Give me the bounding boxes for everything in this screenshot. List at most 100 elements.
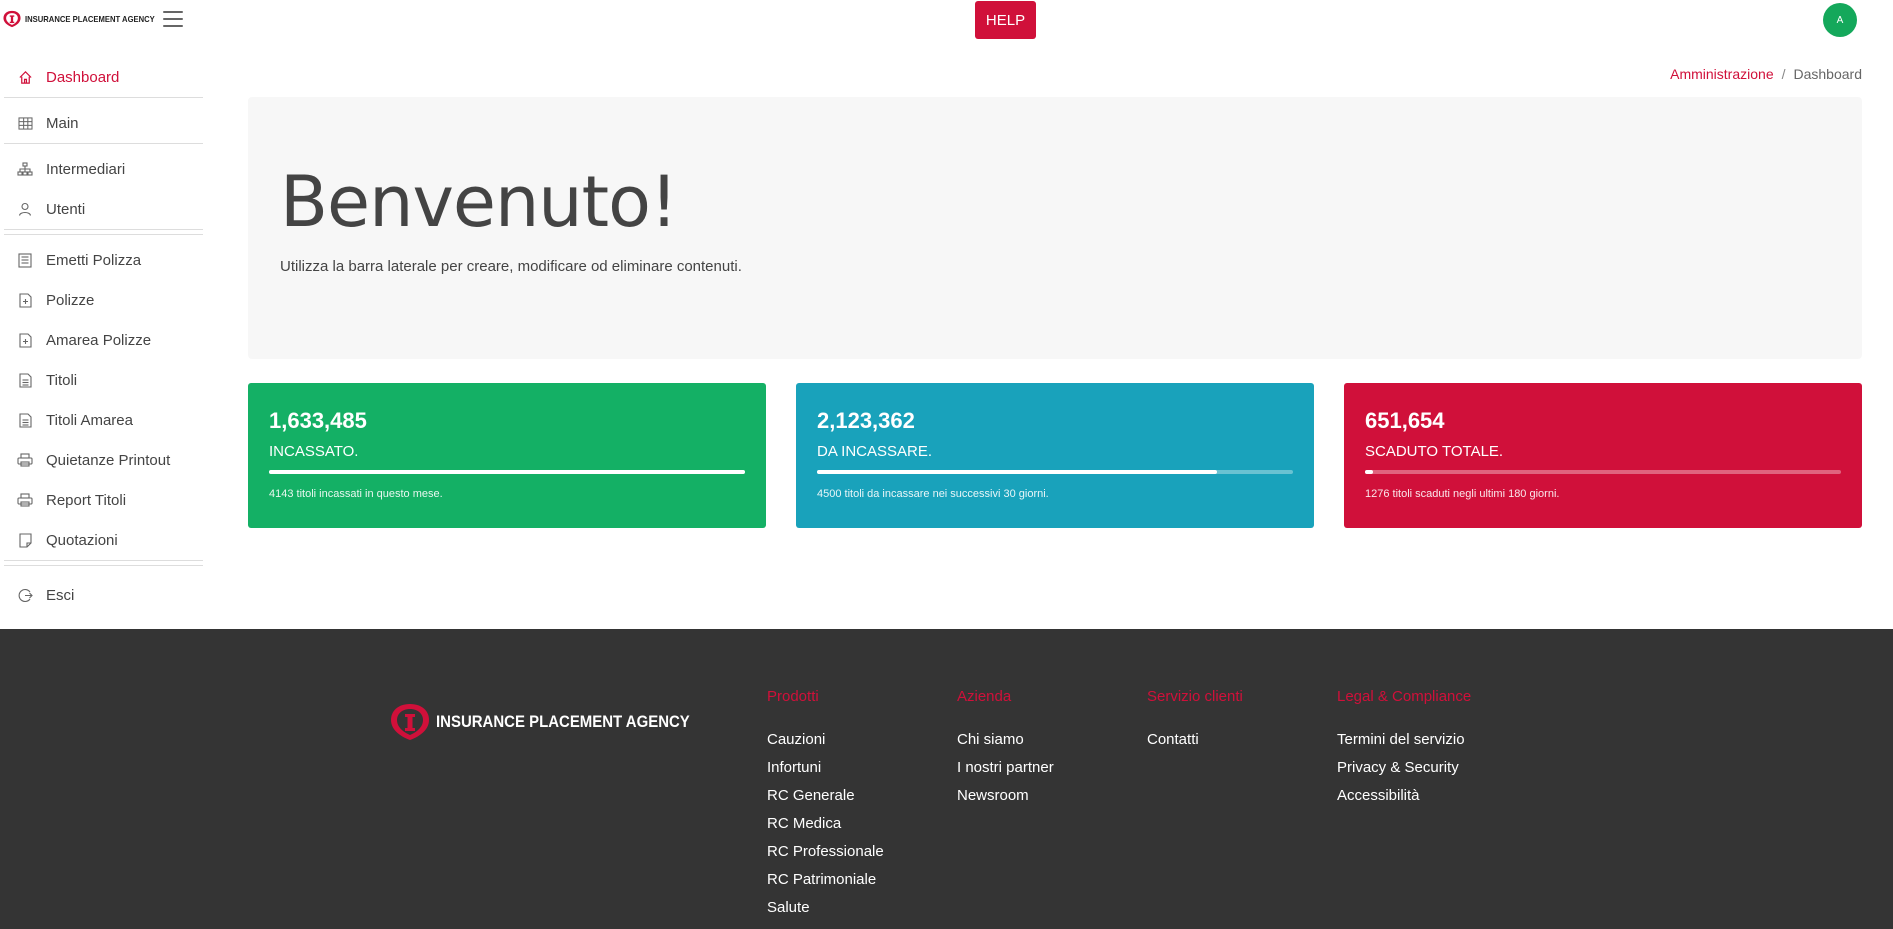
footer-link[interactable]: Accessibilità — [1337, 787, 1471, 815]
breadcrumb-separator: / — [1781, 66, 1786, 82]
sidebar-item-label: Esci — [46, 586, 75, 604]
form-icon — [17, 252, 33, 268]
document-icon — [17, 372, 33, 388]
footer-column-azienda: Azienda Chi siamo I nostri partner Newsr… — [957, 688, 1054, 815]
breadcrumb-link-amministrazione[interactable]: Amministrazione — [1670, 66, 1773, 82]
stat-label: INCASSATO. — [269, 443, 359, 460]
sitemap-icon — [17, 161, 33, 177]
file-plus-icon — [17, 292, 33, 308]
logout-icon — [17, 587, 33, 603]
table-icon — [17, 115, 33, 131]
footer-column-title: Azienda — [957, 688, 1012, 705]
footer-link[interactable]: Termini del servizio — [1337, 731, 1471, 759]
divider — [4, 97, 203, 98]
avatar[interactable]: A — [1823, 3, 1857, 37]
menu-toggle-icon[interactable] — [163, 11, 183, 27]
footer-link[interactable]: RC Medica — [767, 815, 884, 843]
stat-label: SCADUTO TOTALE. — [1365, 443, 1504, 460]
footer-link[interactable]: Cauzioni — [767, 731, 884, 759]
footer-link[interactable]: RC Patrimoniale — [767, 871, 884, 899]
sidebar-item-label: Polizze — [46, 291, 95, 309]
sidebar-item-report-titoli[interactable]: Report Titoli — [0, 480, 203, 520]
footer-link[interactable]: Privacy & Security — [1337, 759, 1471, 787]
sidebar-item-quotazioni[interactable]: Quotazioni — [0, 520, 203, 560]
footer-column-legal-compliance: Legal & Compliance Termini del servizio … — [1337, 688, 1471, 815]
sidebar-item-titoli[interactable]: Titoli — [0, 360, 203, 400]
stat-description: 4143 titoli incassati in questo mese. — [269, 488, 443, 500]
footer-link[interactable]: Salute — [767, 899, 884, 927]
progress-fill — [269, 470, 745, 474]
sidebar-item-amarea-polizze[interactable]: Amarea Polizze — [0, 320, 203, 360]
brand-logo[interactable]: INSURANCE PLACEMENT AGENCY — [2, 10, 169, 28]
footer-brand-name: INSURANCE PLACEMENT AGENCY — [436, 712, 690, 731]
printer-icon — [17, 492, 33, 508]
progress-bar — [817, 470, 1293, 474]
stat-card-incassato: 1,633,485 INCASSATO. 4143 titoli incassa… — [248, 383, 766, 528]
footer-link[interactable]: Chi siamo — [957, 731, 1054, 759]
footer-link[interactable]: Newsroom — [957, 787, 1054, 815]
sidebar-item-utenti[interactable]: Utenti — [0, 189, 203, 229]
crest-icon — [3, 10, 21, 28]
footer-link[interactable]: RC Generale — [767, 787, 884, 815]
progress-bar — [1365, 470, 1841, 474]
note-icon — [17, 532, 33, 548]
divider — [4, 229, 203, 235]
welcome-text: Utilizza la barra laterale per creare, m… — [280, 258, 742, 275]
welcome-jumbotron: Benvenuto! Utilizza la barra laterale pe… — [248, 97, 1862, 359]
breadcrumb: Amministrazione / Dashboard — [1670, 66, 1862, 82]
stat-description: 1276 titoli scaduti negli ultimi 180 gio… — [1365, 488, 1560, 500]
sidebar-item-label: Titoli Amarea — [46, 411, 133, 429]
footer-link[interactable]: Contatti — [1147, 731, 1243, 759]
sidebar-item-label: Emetti Polizza — [46, 251, 142, 269]
progress-fill — [817, 470, 1217, 474]
sidebar: Dashboard Main Intermediari Utenti Emett… — [0, 57, 203, 615]
stat-card-da-incassare: 2,123,362 DA INCASSARE. 4500 titoli da i… — [796, 383, 1314, 528]
footer-column-title: Prodotti — [767, 688, 819, 705]
progress-bar — [269, 470, 745, 474]
sidebar-item-quietanze-printout[interactable]: Quietanze Printout — [0, 440, 203, 480]
sidebar-item-label: Quietanze Printout — [46, 451, 171, 469]
file-plus-icon — [17, 332, 33, 348]
printer-icon — [17, 452, 33, 468]
sidebar-item-polizze[interactable]: Polizze — [0, 280, 203, 320]
sidebar-item-emetti-polizza[interactable]: Emetti Polizza — [0, 240, 203, 280]
divider — [4, 143, 203, 144]
home-icon — [17, 69, 33, 85]
stat-label: DA INCASSARE. — [817, 443, 933, 460]
footer-link[interactable]: I nostri partner — [957, 759, 1054, 787]
top-bar: INSURANCE PLACEMENT AGENCY HELP A — [0, 0, 1893, 40]
brand-name: INSURANCE PLACEMENT AGENCY — [25, 14, 155, 24]
divider — [4, 560, 203, 566]
breadcrumb-current: Dashboard — [1793, 66, 1863, 82]
footer-column-prodotti: Prodotti Cauzioni Infortuni RC Generale … — [767, 688, 884, 927]
footer: INSURANCE PLACEMENT AGENCY Prodotti Cauz… — [0, 629, 1893, 929]
sidebar-item-label: Report Titoli — [46, 491, 127, 509]
sidebar-item-intermediari[interactable]: Intermediari — [0, 149, 203, 189]
stat-value: 2,123,362 — [817, 408, 915, 433]
footer-column-servizio-clienti: Servizio clienti Contatti — [1147, 688, 1243, 759]
sidebar-item-label: Intermediari — [46, 160, 126, 178]
sidebar-item-esci[interactable]: Esci — [0, 575, 203, 615]
sidebar-item-label: Titoli — [46, 371, 78, 389]
document-icon — [17, 412, 33, 428]
sidebar-item-dashboard[interactable]: Dashboard — [0, 57, 203, 97]
sidebar-item-label: Main — [46, 114, 79, 132]
sidebar-item-label: Amarea Polizze — [46, 331, 152, 349]
stat-value: 651,654 — [1365, 408, 1445, 433]
sidebar-item-titoli-amarea[interactable]: Titoli Amarea — [0, 400, 203, 440]
sidebar-item-label: Dashboard — [46, 68, 120, 86]
footer-column-title: Servizio clienti — [1147, 688, 1243, 705]
stat-description: 4500 titoli da incassare nei successivi … — [817, 488, 1049, 500]
sidebar-item-main[interactable]: Main — [0, 103, 203, 143]
footer-logo[interactable]: INSURANCE PLACEMENT AGENCY — [388, 702, 724, 742]
footer-link[interactable]: RC Professionale — [767, 843, 884, 871]
crest-icon — [391, 704, 429, 740]
progress-fill — [1365, 470, 1373, 474]
sidebar-item-label: Utenti — [46, 200, 86, 218]
footer-column-title: Legal & Compliance — [1337, 688, 1472, 705]
page-title: Benvenuto! — [280, 161, 678, 243]
stat-card-scaduto-totale: 651,654 SCADUTO TOTALE. 1276 titoli scad… — [1344, 383, 1862, 528]
footer-link[interactable]: Infortuni — [767, 759, 884, 787]
help-button[interactable]: HELP — [975, 1, 1036, 39]
user-icon — [17, 201, 33, 217]
